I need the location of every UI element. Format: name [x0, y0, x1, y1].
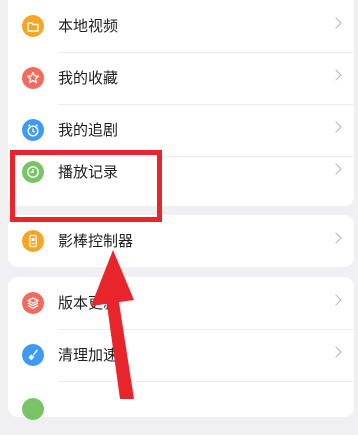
menu-item-label: 版本更新: [58, 294, 119, 312]
chevron-right-icon: [330, 294, 342, 306]
menu-item-cleanup-speedup[interactable]: 清理加速: [8, 329, 354, 381]
chevron-right-icon: [330, 346, 342, 358]
layers-icon: [22, 292, 44, 314]
divider: [58, 381, 354, 382]
menu-item-version-update[interactable]: 版本更新: [8, 277, 354, 329]
menu-item-label: 清理加速: [58, 346, 119, 364]
menu-item-partial[interactable]: [8, 383, 354, 435]
remote-control-icon: [22, 230, 44, 252]
menu-card-2: 影棒控制器: [8, 215, 354, 267]
chevron-right-icon: [330, 69, 342, 81]
star-icon: [22, 67, 44, 89]
chevron-right-icon: [330, 121, 342, 133]
folder-icon: [22, 15, 44, 37]
menu-item-favorites[interactable]: 我的收藏: [8, 52, 354, 104]
menu-item-local-video[interactable]: 本地视频: [8, 0, 354, 52]
menu-item-label: 影棒控制器: [58, 232, 134, 250]
menu-item-label: 我的收藏: [58, 69, 119, 87]
chevron-right-icon: [330, 232, 342, 244]
menu-card-3: 版本更新 清理加速: [8, 277, 354, 420]
chevron-right-icon: [330, 17, 342, 29]
menu-item-label: 本地视频: [58, 17, 119, 35]
menu-item-remote-controller[interactable]: 影棒控制器: [8, 215, 354, 267]
highlight-box: [10, 150, 162, 222]
broom-icon: [22, 344, 44, 366]
alarm-clock-icon: [22, 119, 44, 141]
chevron-right-icon: [330, 163, 342, 175]
menu-item-label: 我的追剧: [58, 121, 119, 139]
circle-icon: [22, 398, 44, 420]
